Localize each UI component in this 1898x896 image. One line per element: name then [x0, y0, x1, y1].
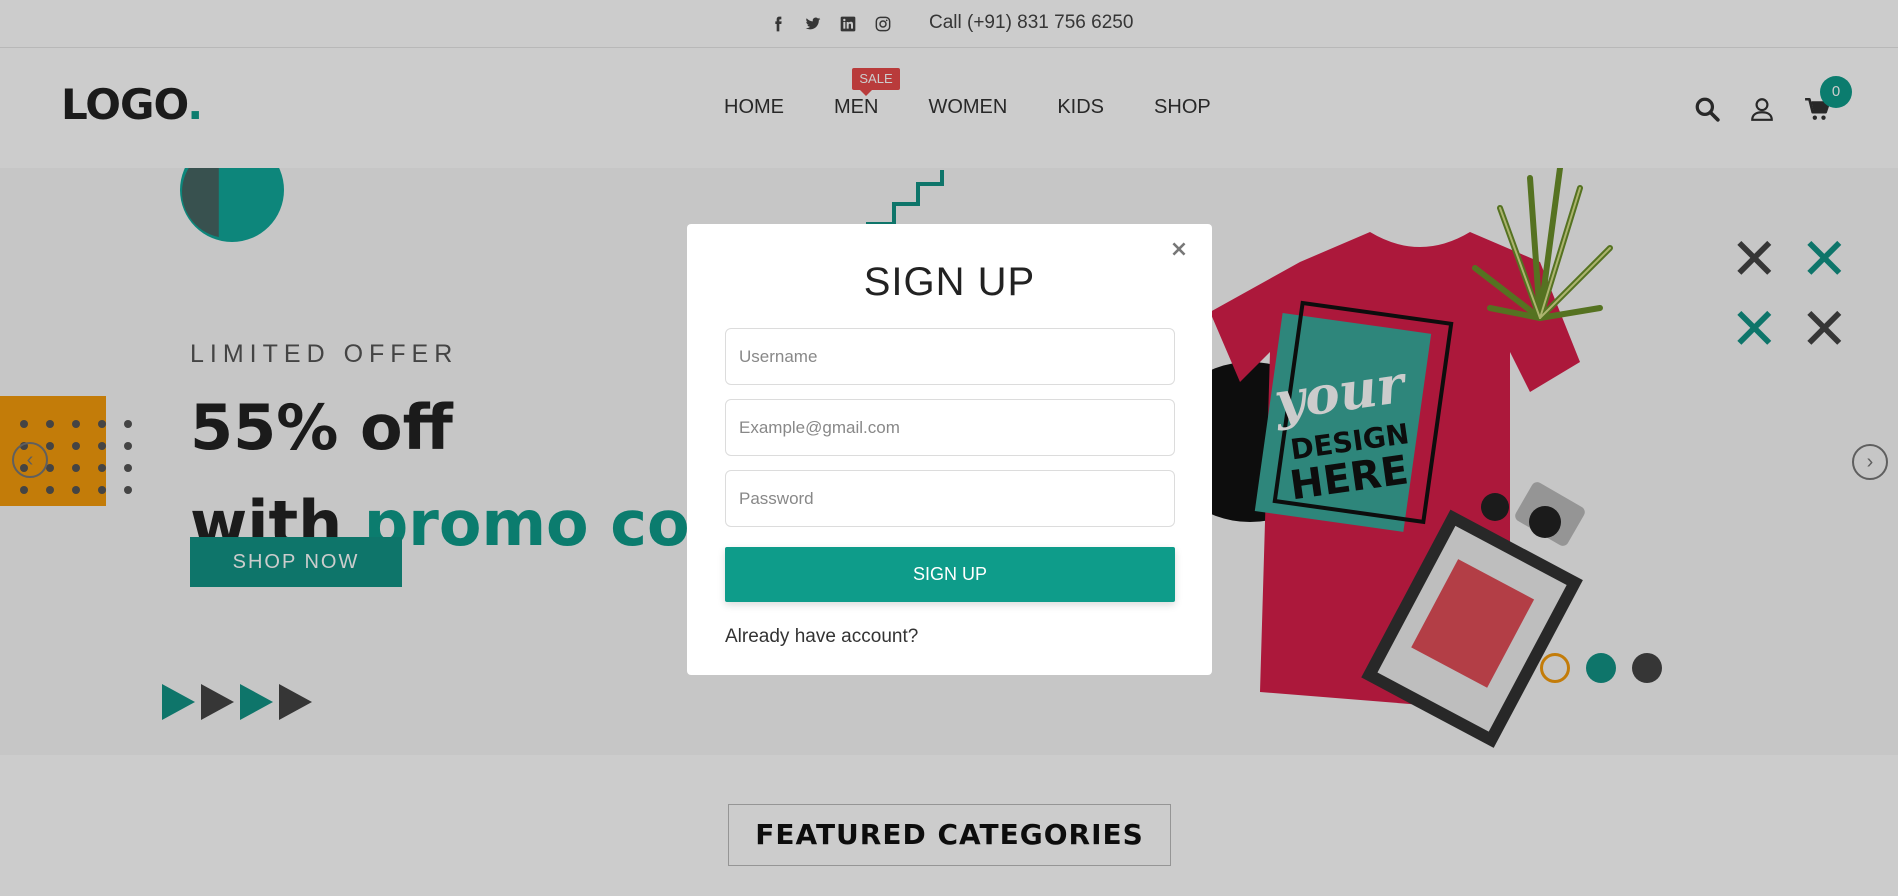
close-icon[interactable]: × [1167, 238, 1191, 262]
already-have-account-link[interactable]: Already have account? [725, 626, 918, 648]
email-field[interactable] [725, 399, 1175, 456]
signup-submit-button[interactable]: SIGN UP [725, 547, 1175, 602]
signup-modal: × SIGN UP SIGN UP Already have account? [687, 224, 1212, 675]
password-field[interactable] [725, 470, 1175, 527]
modal-title: SIGN UP [863, 260, 1036, 304]
username-field[interactable] [725, 328, 1175, 385]
